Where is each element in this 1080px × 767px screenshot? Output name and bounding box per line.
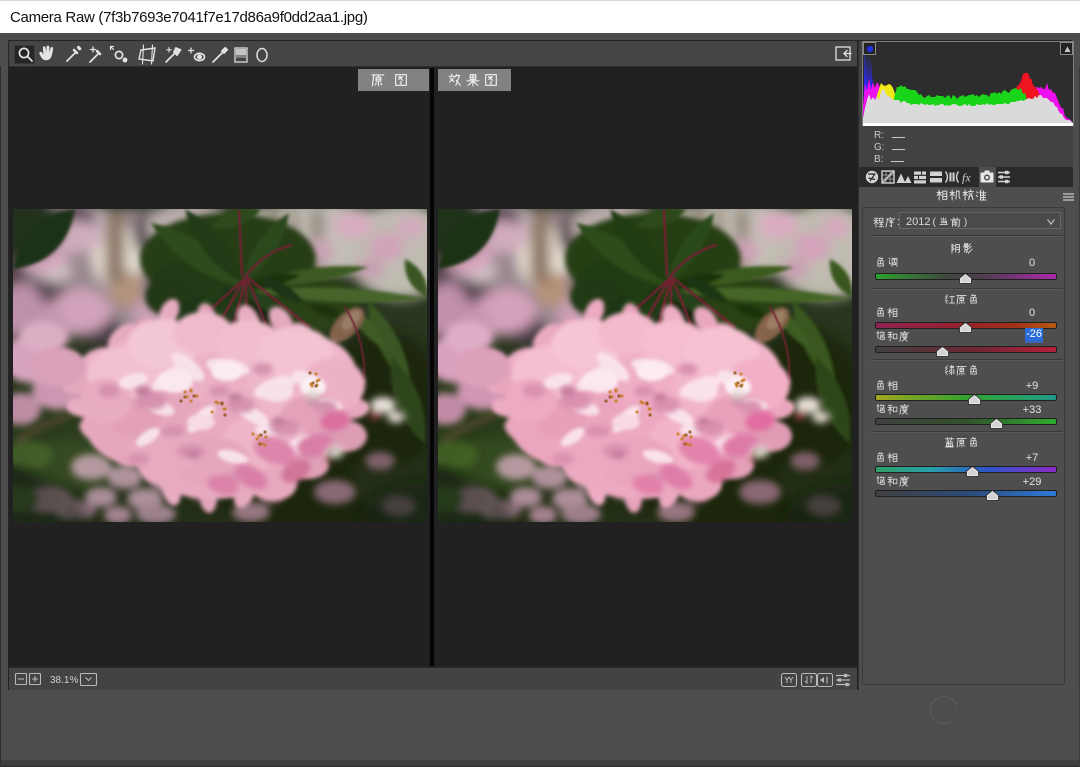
- svg-text:38.1%: 38.1%: [50, 675, 78, 686]
- svg-text:fx: fx: [962, 171, 971, 185]
